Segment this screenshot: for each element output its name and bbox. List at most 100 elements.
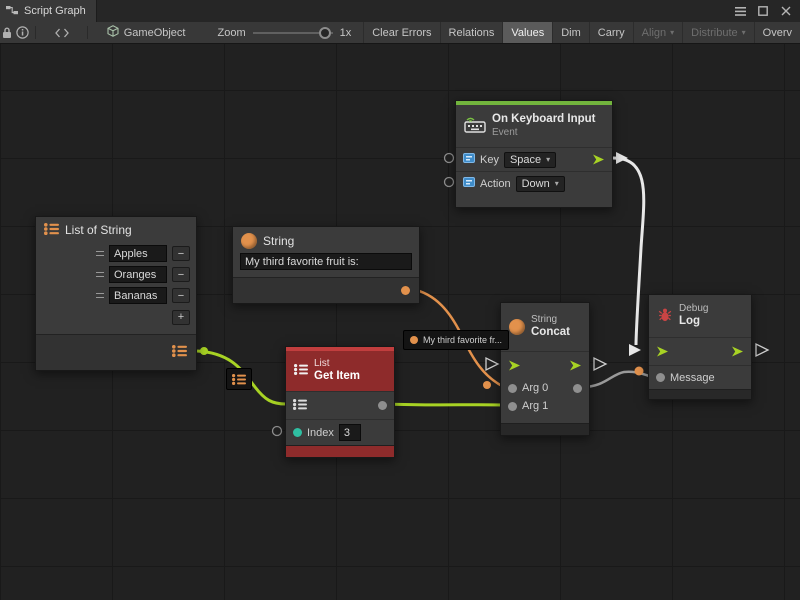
zoom-control: Zoom 1x xyxy=(217,22,351,44)
node-on-keyboard-input[interactable]: On Keyboard Input Event Key Space Action… xyxy=(455,100,613,208)
string-output-section xyxy=(233,277,419,303)
lock-icon[interactable] xyxy=(0,22,15,44)
node-title: On Keyboard Input xyxy=(492,113,596,127)
carry-button[interactable]: Carry xyxy=(589,22,633,44)
node-title: List of String xyxy=(65,223,132,237)
flow-in-arrow[interactable] xyxy=(656,346,669,357)
arg0-input-port[interactable] xyxy=(508,384,517,393)
node-string-literal[interactable]: String My third favorite fruit is: xyxy=(232,226,420,304)
index-label: Index xyxy=(307,427,334,439)
overview-button[interactable]: Overv xyxy=(754,22,800,44)
tab-menu-icon[interactable] xyxy=(733,4,747,18)
remove-item-button[interactable]: − xyxy=(172,267,190,282)
list-output-port[interactable] xyxy=(172,345,187,360)
node-title: String xyxy=(263,234,294,248)
graph-icon xyxy=(6,4,18,19)
bug-icon xyxy=(657,307,673,326)
window-controls xyxy=(733,4,800,18)
list-item-row: Oranges − xyxy=(36,264,196,285)
drag-handle-icon[interactable] xyxy=(96,251,104,256)
add-item-row: + xyxy=(36,306,196,328)
node-list-of-string[interactable]: List of String Apples − Oranges − Banana… xyxy=(35,216,197,371)
string-value-field[interactable]: My third favorite fruit is: xyxy=(240,253,412,270)
keycode-icon xyxy=(463,177,475,190)
value-tooltip: My third favorite fr... xyxy=(403,330,509,350)
value-tooltip-text: My third favorite fr... xyxy=(423,335,502,345)
close-icon[interactable] xyxy=(779,4,793,18)
clear-errors-button[interactable]: Clear Errors xyxy=(363,22,439,44)
distribute-button[interactable]: Distribute xyxy=(682,22,753,44)
graph-toolbar: GameObject Zoom 1x Clear Errors Relation… xyxy=(0,22,800,44)
item-output-port[interactable] xyxy=(378,401,387,410)
gameobject-label: GameObject xyxy=(124,27,186,39)
remove-item-button[interactable]: − xyxy=(172,246,190,261)
node-bottom-padding xyxy=(456,195,612,207)
list-input-port[interactable] xyxy=(293,399,307,413)
align-button[interactable]: Align xyxy=(633,22,682,44)
string-value-dot xyxy=(410,336,418,344)
toolbar-buttons: Clear Errors Relations Values Dim Carry … xyxy=(363,22,800,44)
relations-button[interactable]: Relations xyxy=(440,22,503,44)
node-get-item[interactable]: List Get Item Index 3 xyxy=(285,346,395,458)
values-button[interactable]: Values xyxy=(502,22,552,44)
node-debug-log[interactable]: Debug Log Message xyxy=(648,294,752,400)
node-title: Get Item xyxy=(314,370,360,384)
zoom-slider-knob[interactable] xyxy=(319,27,331,39)
node-category: Debug xyxy=(679,303,708,315)
node-category: List xyxy=(314,358,360,370)
drag-handle-icon[interactable] xyxy=(96,272,104,277)
add-item-button[interactable]: + xyxy=(172,310,190,325)
flow-out-arrow[interactable] xyxy=(731,346,744,357)
flow-in-arrow[interactable] xyxy=(508,360,521,371)
list-item-field[interactable]: Bananas xyxy=(109,287,167,304)
node-bottom-padding xyxy=(501,415,589,423)
tab-title: Script Graph xyxy=(24,5,86,17)
message-label: Message xyxy=(670,372,715,384)
code-icon[interactable] xyxy=(54,22,69,44)
string-output-port[interactable] xyxy=(401,286,410,295)
key-dropdown[interactable]: Space xyxy=(504,152,556,168)
list-output-section xyxy=(36,334,196,370)
value-bubble-list xyxy=(226,368,252,390)
key-port-label: Key xyxy=(480,154,499,166)
message-input-port[interactable] xyxy=(656,373,665,382)
list-item-row: Apples − xyxy=(36,243,196,264)
remove-item-button[interactable]: − xyxy=(172,288,190,303)
node-footer xyxy=(649,389,751,399)
node-footer xyxy=(286,445,394,457)
list-item-field[interactable]: Apples xyxy=(109,245,167,262)
flow-out-arrow[interactable] xyxy=(569,360,582,371)
toolbar-separator xyxy=(35,26,36,39)
node-concat[interactable]: String Concat Arg 0 Arg 1 xyxy=(500,302,590,436)
action-port-label: Action xyxy=(480,178,511,190)
zoom-value: 1x xyxy=(340,27,352,39)
arg1-label: Arg 1 xyxy=(522,400,548,412)
list-item-field[interactable]: Oranges xyxy=(109,266,167,283)
list-type-icon xyxy=(232,374,246,385)
flow-out-arrow[interactable] xyxy=(592,154,605,165)
index-value-field[interactable]: 3 xyxy=(339,424,361,441)
node-title: Concat xyxy=(531,326,570,340)
zoom-slider[interactable] xyxy=(253,22,333,44)
node-subtitle: Event xyxy=(492,127,596,139)
result-output-port[interactable] xyxy=(573,384,582,393)
keycode-icon xyxy=(463,153,475,166)
string-type-icon xyxy=(509,319,525,335)
list-item-row: Bananas − xyxy=(36,285,196,306)
dim-button[interactable]: Dim xyxy=(552,22,589,44)
drag-handle-icon[interactable] xyxy=(96,293,104,298)
gameobject-selector[interactable]: GameObject xyxy=(101,22,192,44)
arg1-input-port[interactable] xyxy=(508,402,517,411)
zoom-label: Zoom xyxy=(217,27,245,39)
node-category: String xyxy=(531,314,570,326)
window-titlebar: Script Graph xyxy=(0,0,800,22)
maximize-icon[interactable] xyxy=(756,4,770,18)
tab-script-graph[interactable]: Script Graph xyxy=(0,0,97,22)
action-dropdown[interactable]: Down xyxy=(516,176,565,192)
node-footer xyxy=(501,423,589,435)
keyboard-icon xyxy=(464,116,486,136)
list-type-icon xyxy=(44,223,59,238)
info-icon[interactable] xyxy=(15,22,30,44)
index-input-port[interactable] xyxy=(293,428,302,437)
string-type-icon xyxy=(241,233,257,249)
